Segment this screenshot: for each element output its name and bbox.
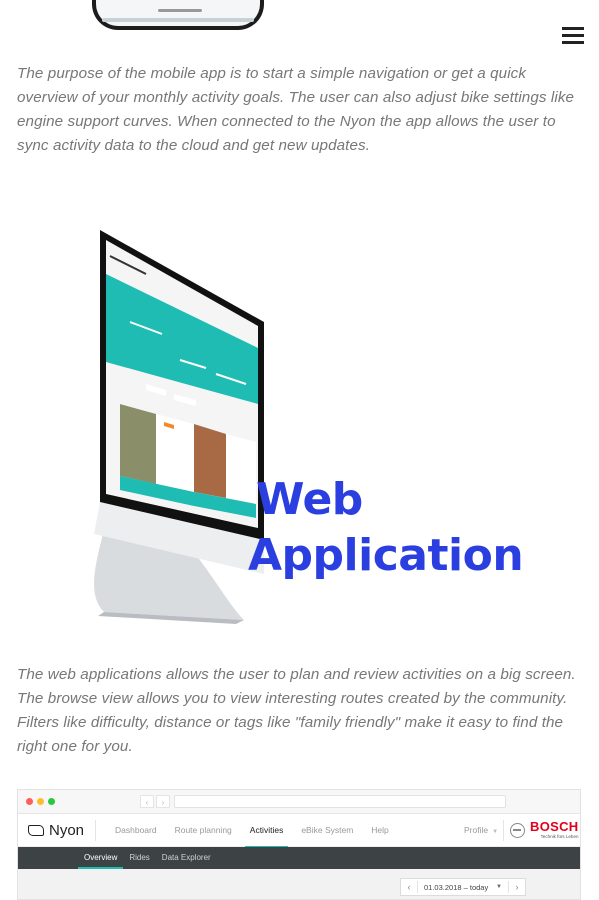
sub-nav-bar: Overview Rides Data Explorer — [18, 847, 580, 869]
bosch-emblem-icon — [510, 823, 525, 838]
browser-chrome: ‹ › — [18, 790, 580, 814]
bosch-logo: BOSCH Technik fürs Leben — [530, 820, 578, 840]
nav-item-ebike-system[interactable]: eBike System — [292, 814, 362, 847]
date-dropdown-icon[interactable]: ▼ — [496, 884, 502, 890]
chevron-down-icon: ▼ — [492, 829, 499, 835]
previous-period-icon[interactable]: ‹ — [401, 882, 417, 892]
next-period-icon[interactable]: › — [509, 882, 525, 892]
date-range-picker: ‹ 01.03.2018 – today ▼ › — [400, 878, 526, 896]
nav-item-dashboard[interactable]: Dashboard — [106, 814, 166, 847]
nyon-logo-icon — [28, 825, 44, 836]
nyon-logo[interactable]: Nyon — [28, 822, 84, 839]
content-area: ‹ 01.03.2018 – today ▼ › — [18, 869, 580, 899]
nav-item-help[interactable]: Help — [362, 814, 397, 847]
section-title-line1: Web — [256, 474, 363, 525]
phone-device-image — [92, 0, 264, 30]
header-divider — [95, 820, 96, 841]
browser-window: ‹ › Nyon Dashboard Route planning Activi… — [17, 789, 581, 900]
tab-data-explorer[interactable]: Data Explorer — [156, 847, 217, 869]
profile-menu[interactable]: Profile ▼ — [464, 814, 498, 849]
forward-arrow-icon[interactable]: › — [156, 795, 170, 808]
sub-nav: Overview Rides Data Explorer — [78, 847, 217, 869]
bosch-wordmark: BOSCH — [530, 819, 579, 834]
nav-item-activities[interactable]: Activities — [241, 814, 293, 848]
address-bar[interactable] — [174, 795, 506, 808]
nav-item-route-planning[interactable]: Route planning — [166, 814, 241, 847]
main-nav: Dashboard Route planning Activities eBik… — [106, 814, 398, 848]
mobile-app-description: The purpose of the mobile app is to star… — [17, 65, 575, 154]
phone-home-bar — [158, 9, 202, 12]
section-title-line2: Application — [248, 530, 524, 581]
nyon-logo-text: Nyon — [49, 822, 85, 839]
close-dot-icon[interactable] — [26, 798, 33, 805]
tab-rides[interactable]: Rides — [123, 847, 155, 869]
back-arrow-icon[interactable]: ‹ — [140, 795, 154, 808]
maximize-dot-icon[interactable] — [48, 798, 55, 805]
date-range-value[interactable]: 01.03.2018 – today — [418, 883, 496, 892]
phone-edge — [102, 18, 254, 22]
hamburger-menu-icon[interactable] — [562, 25, 584, 45]
app-header: Nyon Dashboard Route planning Activities… — [18, 814, 580, 849]
web-app-description: The web applications allows the user to … — [17, 666, 576, 755]
profile-label: Profile — [464, 825, 489, 835]
tab-overview[interactable]: Overview — [78, 847, 124, 869]
minimize-dot-icon[interactable] — [37, 798, 44, 805]
section-title: Web Application — [248, 472, 524, 584]
bosch-tagline: Technik fürs Leben — [540, 834, 579, 839]
profile-divider — [503, 820, 504, 841]
